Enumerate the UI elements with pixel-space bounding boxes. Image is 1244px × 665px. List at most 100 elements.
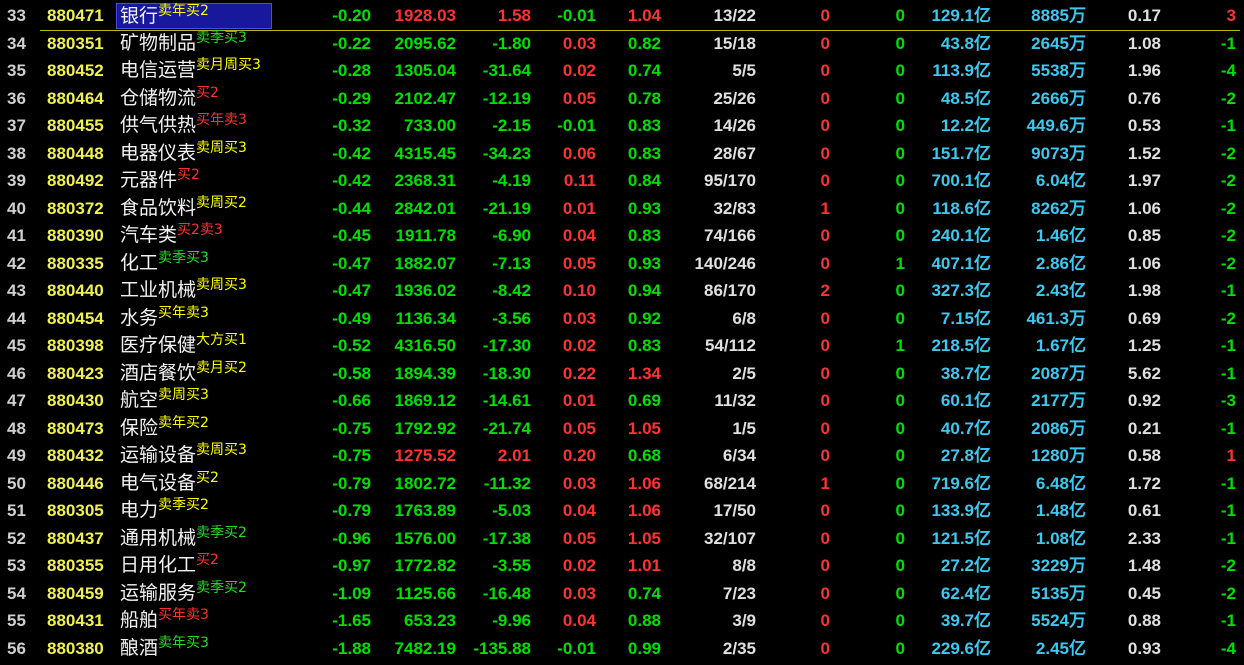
table-row[interactable]: 40 880372 食品饮料卖周买2 -0.44 2842.01 -21.19 … bbox=[0, 195, 1244, 223]
score-cell: -1 bbox=[1220, 281, 1236, 300]
table-row[interactable]: 53 880355 日用化工买2 -0.97 1772.82 -3.55 0.0… bbox=[0, 552, 1244, 580]
change-cell: -21.19 bbox=[482, 198, 531, 218]
ratio-cell: 0.88 bbox=[627, 611, 661, 630]
ratio-cell: 0.74 bbox=[627, 61, 661, 80]
table-row[interactable]: 52 880437 通用机械卖季买2 -0.96 1576.00 -17.38 … bbox=[0, 525, 1244, 553]
change-cell: -4.19 bbox=[492, 171, 531, 190]
sector-code: 880452 bbox=[47, 61, 104, 80]
speed-cell: 0.01 bbox=[562, 391, 596, 410]
price-cell: 2095.62 bbox=[394, 33, 456, 53]
sector-name-cell[interactable]: 工业机械卖周买3 bbox=[116, 277, 272, 305]
sector-name-cell[interactable]: 食品饮料卖周买2 bbox=[116, 195, 272, 223]
sector-name-cell[interactable]: 医疗保健大方买1 bbox=[116, 332, 272, 360]
limit-up-count-cell: 0 bbox=[820, 143, 830, 163]
value-cell: 1.25 bbox=[1127, 336, 1161, 355]
signal-tag: 卖周买3 bbox=[196, 277, 247, 293]
sector-name: 银行 bbox=[120, 5, 159, 27]
limit-down-count-cell: 0 bbox=[895, 33, 905, 53]
sector-name-cell[interactable]: 电器仪表卖周买3 bbox=[116, 140, 272, 168]
sector-name-cell[interactable]: 酿酒卖年买3 bbox=[116, 635, 272, 663]
sector-code: 880437 bbox=[47, 528, 104, 548]
table-row[interactable]: 36 880464 仓储物流买2 -0.29 2102.47 -12.19 0.… bbox=[0, 85, 1244, 113]
table-row[interactable]: 54 880459 运输服务卖季买2 -1.09 1125.66 -16.48 … bbox=[0, 580, 1244, 608]
value-cell: 1.98 bbox=[1127, 281, 1161, 300]
table-row[interactable]: 34 880351 矿物制品卖季买3 -0.22 2095.62 -1.80 0… bbox=[0, 30, 1244, 58]
sector-name: 矿物制品 bbox=[120, 31, 197, 54]
row-number: 43 bbox=[7, 281, 26, 300]
sector-name-cell[interactable]: 水务买年卖3 bbox=[116, 305, 272, 333]
ratio-cell: 0.78 bbox=[627, 88, 661, 108]
limit-up-count-cell: 0 bbox=[820, 253, 830, 273]
sector-name-cell[interactable]: 电力卖季买2 bbox=[116, 497, 272, 525]
table-row[interactable]: 46 880423 酒店餐饮卖月买2 -0.58 1894.39 -18.30 … bbox=[0, 360, 1244, 388]
sector-name: 水务 bbox=[120, 306, 159, 329]
table-row[interactable]: 51 880305 电力卖季买2 -0.79 1763.89 -5.03 0.0… bbox=[0, 497, 1244, 525]
table-row[interactable]: 44 880454 水务买年卖3 -0.49 1136.34 -3.56 0.0… bbox=[0, 305, 1244, 333]
price-cell: 1792.92 bbox=[394, 418, 456, 438]
sector-name-cell[interactable]: 运输服务卖季买2 bbox=[116, 580, 272, 608]
table-row[interactable]: 41 880390 汽车类买2卖3 -0.45 1911.78 -6.90 0.… bbox=[0, 222, 1244, 250]
score-cell: -1 bbox=[1220, 528, 1236, 548]
table-row[interactable]: 37 880455 供气供热买年卖3 -0.32 733.00 -2.15 -0… bbox=[0, 112, 1244, 140]
table-row[interactable]: 47 880430 航空卖周买3 -0.66 1869.12 -14.61 0.… bbox=[0, 387, 1244, 415]
score-cell: -2 bbox=[1220, 88, 1236, 108]
limit-up-count-cell: 0 bbox=[820, 363, 830, 383]
change-percent-cell: -0.29 bbox=[332, 88, 371, 108]
sector-name-cell[interactable]: 日用化工买2 bbox=[116, 552, 272, 580]
change-percent-cell: -0.32 bbox=[332, 116, 371, 135]
sector-name: 保险 bbox=[120, 416, 159, 439]
limit-up-count-cell: 0 bbox=[820, 583, 830, 603]
up-count-ratio-cell: 25/26 bbox=[713, 88, 756, 108]
sector-name-cell[interactable]: 电信运营卖月周买3 bbox=[116, 57, 272, 85]
table-row[interactable]: 50 880446 电气设备买2 -0.79 1802.72 -11.32 0.… bbox=[0, 470, 1244, 498]
change-cell: -18.30 bbox=[482, 363, 531, 383]
table-row[interactable]: 55 880431 船舶买年卖3 -1.65 653.23 -9.96 0.04… bbox=[0, 607, 1244, 635]
price-cell: 2842.01 bbox=[394, 198, 456, 218]
sector-name: 化工 bbox=[120, 251, 159, 274]
table-row[interactable]: 56 880380 酿酒卖年买3 -1.88 7482.19 -135.88 -… bbox=[0, 635, 1244, 663]
sector-code: 880455 bbox=[47, 116, 104, 135]
sector-name-cell[interactable]: 仓储物流买2 bbox=[116, 85, 272, 113]
table-row[interactable]: 38 880448 电器仪表卖周买3 -0.42 4315.45 -34.23 … bbox=[0, 140, 1244, 168]
sector-name-cell[interactable]: 航空卖周买3 bbox=[116, 387, 272, 415]
speed-cell: 0.11 bbox=[563, 171, 596, 190]
table-row[interactable]: 35 880452 电信运营卖月周买3 -0.28 1305.04 -31.64… bbox=[0, 57, 1244, 85]
sector-name-cell[interactable]: 汽车类买2卖3 bbox=[116, 222, 272, 250]
score-cell: -2 bbox=[1220, 583, 1236, 603]
change-cell: 2.01 bbox=[497, 446, 531, 465]
price-cell: 1802.72 bbox=[394, 473, 456, 493]
table-row[interactable]: 42 880335 化工卖季买3 -0.47 1882.07 -7.13 0.0… bbox=[0, 250, 1244, 278]
sector-code: 880390 bbox=[47, 226, 104, 245]
table-row[interactable]: 48 880473 保险卖年买2 -0.75 1792.92 -21.74 0.… bbox=[0, 415, 1244, 443]
sector-name-cell[interactable]: 供气供热买年卖3 bbox=[116, 112, 272, 140]
score-cell: -2 bbox=[1220, 143, 1236, 163]
table-row[interactable]: 49 880432 运输设备卖周买3 -0.75 1275.52 2.01 0.… bbox=[0, 442, 1244, 470]
turnover-amount-cell: 27.2亿 bbox=[940, 556, 991, 575]
turnover-amount-cell: 39.7亿 bbox=[940, 611, 991, 630]
sector-name-cell[interactable]: 元器件买2 bbox=[116, 167, 272, 195]
sector-name-cell[interactable]: 银行卖年买2 bbox=[116, 3, 272, 29]
sector-code: 880398 bbox=[47, 336, 104, 355]
sector-name-cell[interactable]: 运输设备卖周买3 bbox=[116, 442, 272, 470]
up-count-ratio-cell: 11/32 bbox=[714, 391, 756, 410]
speed-cell: 0.01 bbox=[562, 198, 596, 218]
up-count-ratio-cell: 15/18 bbox=[713, 33, 756, 53]
price-cell: 1305.04 bbox=[394, 61, 456, 80]
sector-name-cell[interactable]: 保险卖年买2 bbox=[116, 415, 272, 443]
change-cell: -31.64 bbox=[482, 61, 531, 80]
table-row[interactable]: 45 880398 医疗保健大方买1 -0.52 4316.50 -17.30 … bbox=[0, 332, 1244, 360]
sector-name-cell[interactable]: 通用机械卖季买2 bbox=[116, 525, 272, 553]
table-row[interactable]: 43 880440 工业机械卖周买3 -0.47 1936.02 -8.42 0… bbox=[0, 277, 1244, 305]
ratio-cell: 1.04 bbox=[627, 6, 661, 25]
table-row[interactable]: 33 880471 银行卖年买2 -0.20 1928.03 1.58 -0.0… bbox=[0, 2, 1244, 31]
price-cell: 4316.50 bbox=[394, 336, 456, 355]
sector-name-cell[interactable]: 电气设备买2 bbox=[116, 470, 272, 498]
sector-quote-table[interactable]: 33 880471 银行卖年买2 -0.20 1928.03 1.58 -0.0… bbox=[0, 2, 1244, 662]
sector-name-cell[interactable]: 船舶买年卖3 bbox=[116, 607, 272, 635]
sector-name-cell[interactable]: 矿物制品卖季买3 bbox=[116, 30, 272, 58]
sector-name-cell[interactable]: 化工卖季买3 bbox=[116, 250, 272, 278]
up-count-ratio-cell: 2/5 bbox=[732, 363, 756, 383]
score-cell: -1 bbox=[1220, 336, 1236, 355]
table-row[interactable]: 39 880492 元器件买2 -0.42 2368.31 -4.19 0.11… bbox=[0, 167, 1244, 195]
sector-name-cell[interactable]: 酒店餐饮卖月买2 bbox=[116, 360, 272, 388]
